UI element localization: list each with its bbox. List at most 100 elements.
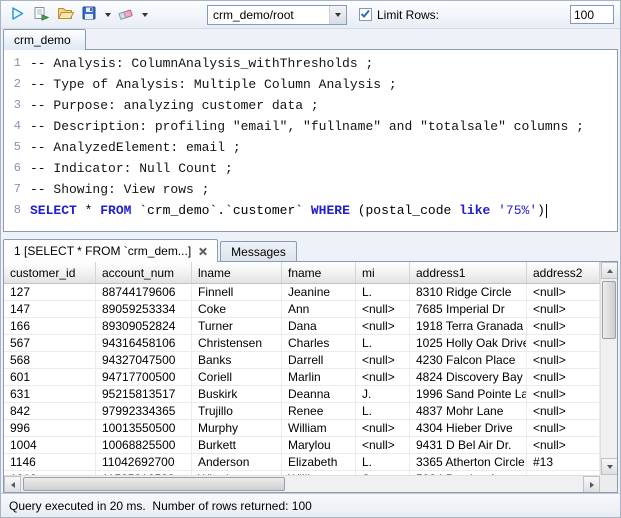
code-line[interactable]: 3-- Purpose: analyzing customer data ; <box>4 95 617 116</box>
clear-editor-button[interactable] <box>114 4 138 26</box>
open-folder-icon <box>57 6 74 23</box>
arrow-right-icon <box>590 482 594 488</box>
scroll-up-button[interactable] <box>601 262 618 279</box>
code-line[interactable]: 2-- Type of Analysis: Multiple Column An… <box>4 74 617 95</box>
table-cell: <null> <box>527 318 600 334</box>
code-text: -- Purpose: analyzing customer data ; <box>30 95 319 116</box>
table-row[interactable]: 56794316458106ChristensenCharlesL.1025 H… <box>4 335 600 352</box>
column-header-account_num[interactable]: account_num <box>96 262 192 283</box>
table-cell: <null> <box>356 352 410 368</box>
vertical-scroll-track[interactable] <box>601 279 617 458</box>
table-cell: Ann <box>282 301 356 317</box>
table-cell: 11042692700 <box>96 454 192 470</box>
run-selection-icon <box>33 6 49 24</box>
table-cell: Elizabeth <box>282 454 356 470</box>
table-row[interactable]: 16689309052824TurnerDana<null>1918 Terra… <box>4 318 600 335</box>
save-button[interactable] <box>77 4 101 26</box>
table-row[interactable]: 56894327047500BanksDarrell<null>4230 Fal… <box>4 352 600 369</box>
code-text: -- AnalyzedElement: email ; <box>30 137 241 158</box>
table-cell: 7685 Imperial Dr <box>410 301 527 317</box>
limit-rows-input[interactable] <box>570 5 614 24</box>
table-cell: <null> <box>527 403 600 419</box>
code-line[interactable]: 4-- Description: profiling "email", "ful… <box>4 116 617 137</box>
table-cell: 1146 <box>4 454 96 470</box>
connection-combo-value: crm_demo/root <box>208 8 329 22</box>
table-row[interactable]: 84297992334365TrujilloReneeL.4837 Mohr L… <box>4 403 600 420</box>
table-cell: Trujillo <box>192 403 282 419</box>
column-header-lname[interactable]: lname <box>192 262 282 283</box>
table-cell: Renee <box>282 403 356 419</box>
table-cell: 842 <box>4 403 96 419</box>
table-row[interactable]: 63195215813517BuskirkDeannaJ.1996 Sand P… <box>4 386 600 403</box>
code-line[interactable]: 1-- Analysis: ColumnAnalysis_withThresho… <box>4 53 617 74</box>
table-cell: 127 <box>4 284 96 300</box>
results-tab-query[interactable]: 1 [SELECT * FROM `crm_dem...] <box>3 239 218 262</box>
limit-rows-group: Limit Rows: <box>359 8 439 22</box>
table-cell: Finnell <box>192 284 282 300</box>
column-header-address2[interactable]: address2 <box>527 262 600 283</box>
table-cell: <null> <box>527 352 600 368</box>
scroll-down-button[interactable] <box>601 458 618 475</box>
table-body: 12788744179606FinnellJeanineL.8310 Ridge… <box>4 284 600 475</box>
table-cell: 1918 Terra Granada <box>410 318 527 334</box>
table-cell: 94316458106 <box>96 335 192 351</box>
horizontal-scrollbar[interactable] <box>4 475 600 492</box>
table-header: customer_idaccount_numlnamefnamemiaddres… <box>4 262 600 284</box>
close-tab-icon[interactable] <box>198 247 207 256</box>
tab-label: 1 [SELECT * FROM `crm_dem...] <box>14 244 191 258</box>
code-line[interactable]: 5-- AnalyzedElement: email ; <box>4 137 617 158</box>
line-number: 1 <box>4 53 30 74</box>
connection-combo[interactable]: crm_demo/root <box>207 5 347 25</box>
table-row[interactable]: 14789059253334CokeAnn<null>7685 Imperial… <box>4 301 600 318</box>
table-cell: <null> <box>527 301 600 317</box>
table-cell: <null> <box>356 437 410 453</box>
eraser-icon <box>118 7 134 23</box>
line-number: 6 <box>4 158 30 179</box>
table-row[interactable]: 100410068825500BurkettMarylou<null>9431 … <box>4 437 600 454</box>
table-cell: <null> <box>527 437 600 453</box>
column-header-mi[interactable]: mi <box>356 262 410 283</box>
column-header-address1[interactable]: address1 <box>410 262 527 283</box>
code-line[interactable]: 7-- Showing: View rows ; <box>4 179 617 200</box>
horizontal-scroll-thumb[interactable] <box>23 477 285 491</box>
table-cell: 8310 Ridge Circle <box>410 284 527 300</box>
code-text: -- Analysis: ColumnAnalysis_withThreshol… <box>30 53 373 74</box>
table-cell: 3365 Atherton Circle <box>410 454 527 470</box>
table-row[interactable]: 12788744179606FinnellJeanineL.8310 Ridge… <box>4 284 600 301</box>
open-file-button[interactable] <box>53 4 77 26</box>
table-row[interactable]: 60194717700500CoriellMarlin<null>4824 Di… <box>4 369 600 386</box>
run-selection-button[interactable] <box>29 4 53 26</box>
results-grid: customer_idaccount_numlnamefnamemiaddres… <box>3 261 618 493</box>
table-cell: <null> <box>356 369 410 385</box>
table-row[interactable]: 114611042692700AndersonElizabethL.3365 A… <box>4 454 600 471</box>
combo-dropdown-button[interactable] <box>329 6 346 24</box>
scroll-left-button[interactable] <box>4 476 21 493</box>
vertical-scroll-thumb[interactable] <box>602 281 616 339</box>
limit-rows-checkbox[interactable] <box>359 8 372 21</box>
status-bar: Query executed in 20 ms. Number of rows … <box>1 493 620 517</box>
code-text: -- Indicator: Null Count ; <box>30 158 233 179</box>
table-cell: 89059253334 <box>96 301 192 317</box>
save-menu-button[interactable] <box>101 4 114 26</box>
code-line[interactable]: 6-- Indicator: Null Count ; <box>4 158 617 179</box>
scroll-right-button[interactable] <box>583 476 600 493</box>
table-cell: 94717700500 <box>96 369 192 385</box>
horizontal-scroll-track[interactable] <box>21 476 583 492</box>
arrow-left-icon <box>11 482 15 488</box>
run-query-button[interactable] <box>5 4 29 26</box>
editor-tab-crm-demo[interactable]: crm_demo <box>3 29 86 50</box>
table-cell: 147 <box>4 301 96 317</box>
sql-editor[interactable]: 1-- Analysis: ColumnAnalysis_withThresho… <box>3 50 618 232</box>
results-tab-messages[interactable]: Messages <box>220 241 297 261</box>
table-cell: William <box>282 420 356 436</box>
save-icon <box>82 6 96 23</box>
column-header-customer_id[interactable]: customer_id <box>4 262 96 283</box>
table-row[interactable]: 99610013550500MurphyWilliam<null>4304 Hi… <box>4 420 600 437</box>
clear-menu-button[interactable] <box>138 4 151 26</box>
code-line[interactable]: 8SELECT * FROM `crm_demo`.`customer` WHE… <box>4 200 617 221</box>
table-cell: 166 <box>4 318 96 334</box>
vertical-scrollbar[interactable] <box>600 262 617 475</box>
column-header-fname[interactable]: fname <box>282 262 356 283</box>
table-cell: 4304 Hieber Drive <box>410 420 527 436</box>
table-cell: 89309052824 <box>96 318 192 334</box>
